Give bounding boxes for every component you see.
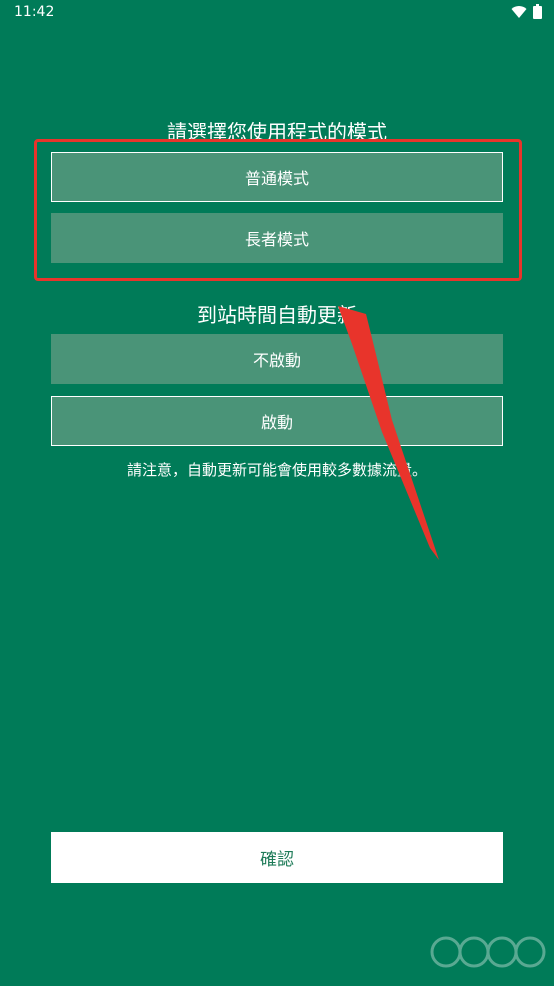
update-section-title: 到站時間自動更新 [197, 303, 357, 327]
elder-mode-button[interactable]: 長者模式 [51, 213, 503, 263]
watermark-logo [426, 924, 546, 980]
status-icons [511, 4, 542, 23]
elder-mode-label: 長者模式 [244, 230, 309, 249]
wifi-icon [511, 4, 527, 23]
normal-mode-button[interactable]: 普通模式 [51, 152, 503, 202]
screen: 11:42 請選擇您使用程式的模式 普通模式 長者模式 到站時間自動更新 不啟動 [0, 0, 554, 986]
confirm-label: 確認 [260, 850, 294, 870]
auto-update-on-label: 啟動 [260, 413, 293, 432]
status-time: 11:42 [14, 4, 55, 20]
confirm-button[interactable]: 確認 [51, 832, 503, 883]
auto-update-off-label: 不啟動 [252, 351, 301, 370]
mode-section-title: 請選擇您使用程式的模式 [167, 120, 387, 144]
battery-icon [533, 4, 542, 23]
status-bar: 11:42 [0, 0, 554, 26]
auto-update-on-button[interactable]: 啟動 [51, 396, 503, 446]
auto-update-off-button[interactable]: 不啟動 [51, 334, 503, 384]
data-usage-note: 請注意，自動更新可能會使用較多數據流量。 [126, 461, 427, 479]
normal-mode-label: 普通模式 [244, 169, 309, 188]
